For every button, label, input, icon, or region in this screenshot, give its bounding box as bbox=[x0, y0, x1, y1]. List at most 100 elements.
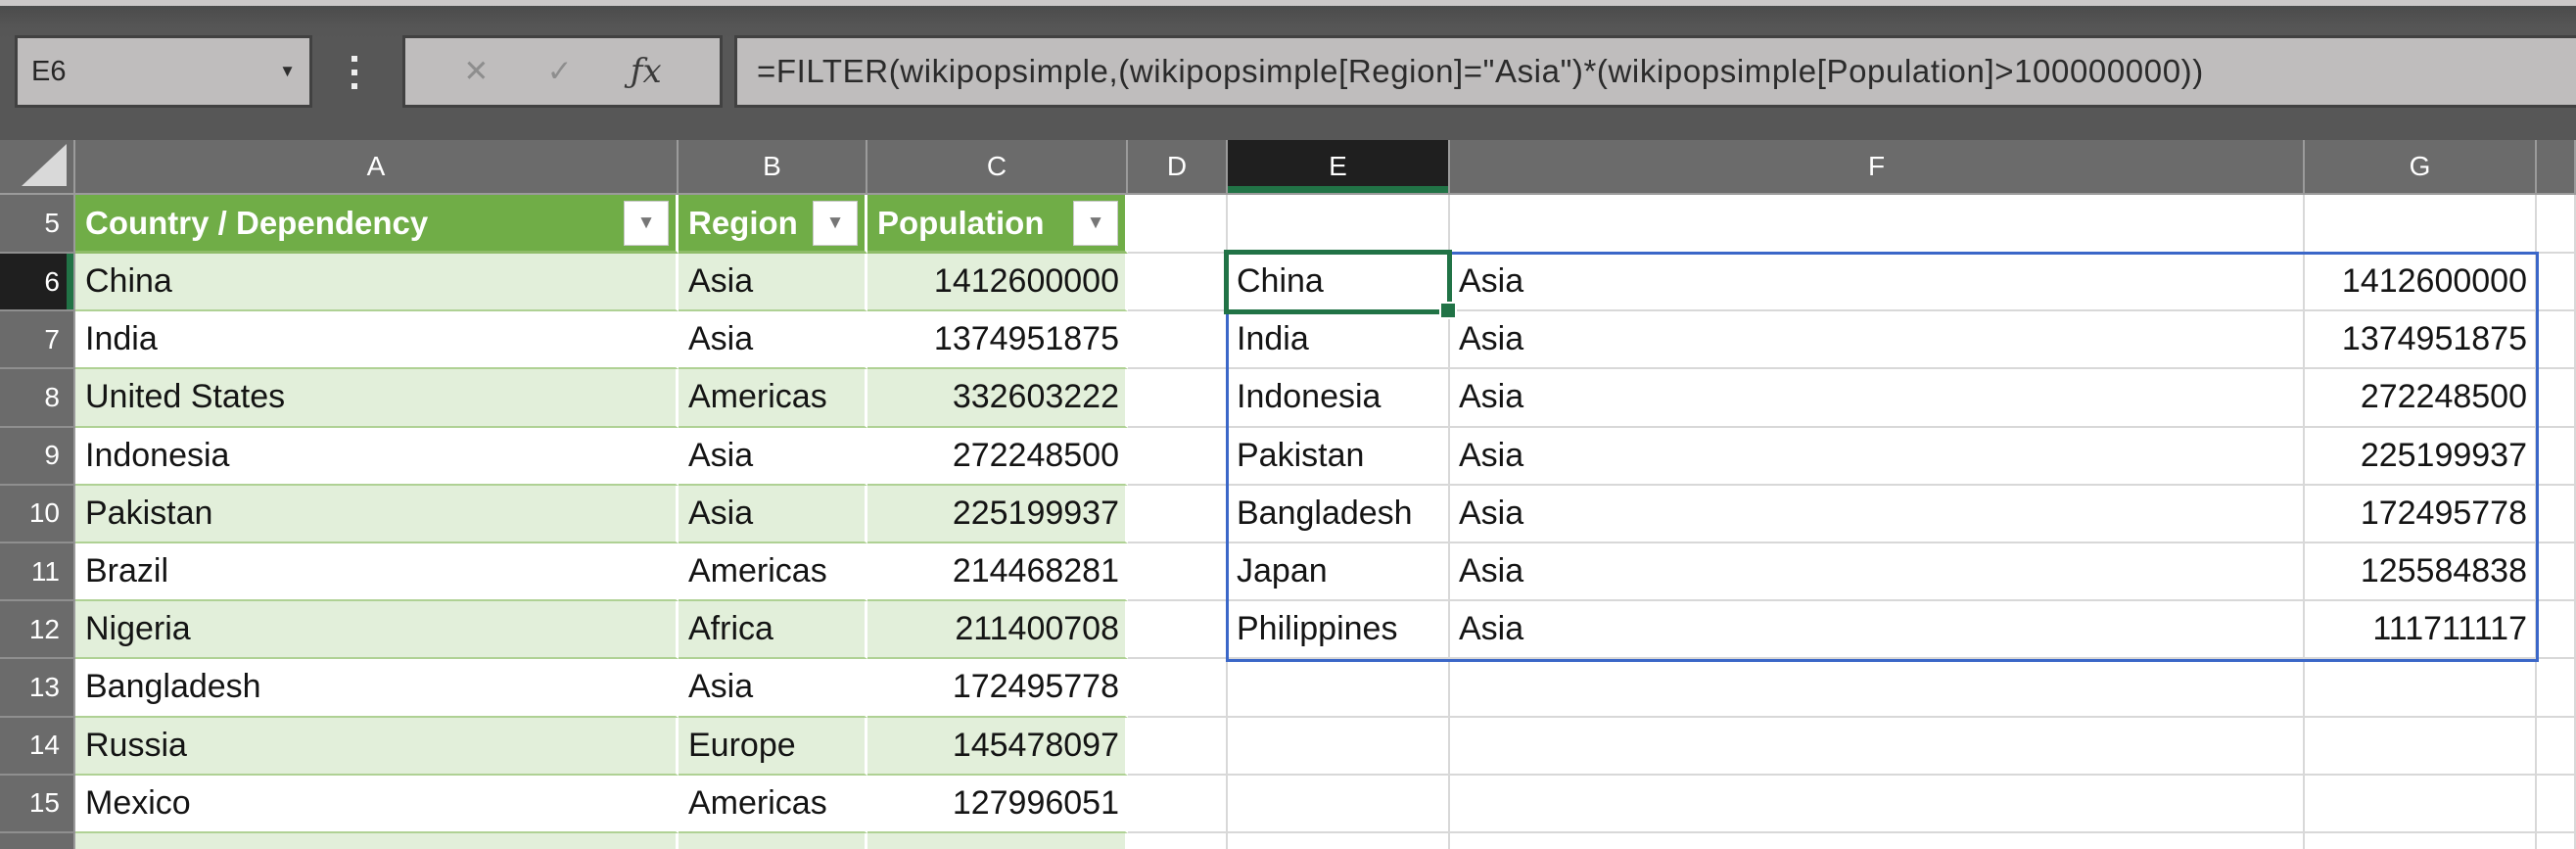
cell-G10[interactable]: 172495778 bbox=[2305, 485, 2537, 543]
row-header-5[interactable]: 5 bbox=[0, 195, 75, 254]
cell-partial[interactable] bbox=[2537, 254, 2576, 312]
cell-F13[interactable] bbox=[1450, 659, 2305, 718]
cell-partial[interactable] bbox=[2537, 311, 2576, 370]
cell-partial[interactable] bbox=[2537, 369, 2576, 428]
cell-G12[interactable]: 111711117 bbox=[2305, 601, 2537, 660]
cell-G11[interactable]: 125584838 bbox=[2305, 542, 2537, 602]
cell-B9[interactable]: Asia bbox=[679, 427, 867, 486]
cell-E6[interactable]: China bbox=[1228, 254, 1450, 312]
cell-partial[interactable] bbox=[2537, 485, 2576, 543]
cell-F11[interactable]: Asia bbox=[1450, 542, 2305, 602]
insert-function-icon[interactable]: ƒx bbox=[631, 52, 662, 91]
cell-G16[interactable] bbox=[2305, 832, 2537, 849]
cell-E10[interactable]: Bangladesh bbox=[1228, 485, 1450, 543]
cell-C10[interactable]: 225199937 bbox=[867, 485, 1128, 543]
row-header-10[interactable]: 10 bbox=[0, 485, 75, 543]
cell-B16-partial[interactable] bbox=[679, 832, 867, 849]
column-header-f[interactable]: F bbox=[1450, 140, 2305, 195]
cell-A7[interactable]: India bbox=[75, 311, 679, 370]
cell-F14[interactable] bbox=[1450, 717, 2305, 776]
cell-G5[interactable] bbox=[2305, 195, 2537, 254]
cell-D13[interactable] bbox=[1128, 659, 1228, 718]
column-header-c[interactable]: C bbox=[867, 140, 1128, 195]
cell-G15[interactable] bbox=[2305, 775, 2537, 833]
column-header-e[interactable]: E bbox=[1228, 140, 1450, 195]
cell-B15[interactable]: Americas bbox=[679, 775, 867, 833]
cell-B12[interactable]: Africa bbox=[679, 601, 867, 660]
cell-partial[interactable] bbox=[2537, 195, 2576, 254]
cell-G6[interactable]: 1412600000 bbox=[2305, 254, 2537, 312]
cell-C6[interactable]: 1412600000 bbox=[867, 254, 1128, 312]
cell-B13[interactable]: Asia bbox=[679, 659, 867, 718]
cell-G9[interactable]: 225199937 bbox=[2305, 427, 2537, 486]
cell-A11[interactable]: Brazil bbox=[75, 542, 679, 602]
cell-D10[interactable] bbox=[1128, 485, 1228, 543]
row-header-6[interactable]: 6 bbox=[0, 254, 75, 312]
fill-handle[interactable] bbox=[1439, 302, 1457, 319]
cell-F16[interactable] bbox=[1450, 832, 2305, 849]
cell-E16[interactable] bbox=[1228, 832, 1450, 849]
table-header-population[interactable]: Population ▼ bbox=[867, 195, 1128, 254]
table-header-country-dependency[interactable]: Country / Dependency ▼ bbox=[75, 195, 679, 254]
cell-A8[interactable]: United States bbox=[75, 369, 679, 428]
cell-F5[interactable] bbox=[1450, 195, 2305, 254]
cell-E9[interactable]: Pakistan bbox=[1228, 427, 1450, 486]
row-header-7[interactable]: 7 bbox=[0, 311, 75, 370]
name-box[interactable]: E6 ▼ bbox=[15, 35, 312, 108]
cell-A6[interactable]: China bbox=[75, 254, 679, 312]
cell-C15[interactable]: 127996051 bbox=[867, 775, 1128, 833]
row-header-15[interactable]: 15 bbox=[0, 775, 75, 833]
cell-E12[interactable]: Philippines bbox=[1228, 601, 1450, 660]
cell-D16[interactable] bbox=[1128, 832, 1228, 849]
cell-C13[interactable]: 172495778 bbox=[867, 659, 1128, 718]
cell-A16-partial[interactable] bbox=[75, 832, 679, 849]
cell-F8[interactable]: Asia bbox=[1450, 369, 2305, 428]
cell-D11[interactable] bbox=[1128, 542, 1228, 602]
row-header-11[interactable]: 11 bbox=[0, 542, 75, 602]
cell-partial[interactable] bbox=[2537, 601, 2576, 660]
cell-B6[interactable]: Asia bbox=[679, 254, 867, 312]
column-header-b[interactable]: B bbox=[679, 140, 867, 195]
cell-D9[interactable] bbox=[1128, 427, 1228, 486]
select-all-button[interactable] bbox=[0, 140, 75, 195]
row-header-13[interactable]: 13 bbox=[0, 659, 75, 718]
cell-B8[interactable]: Americas bbox=[679, 369, 867, 428]
row-header-9[interactable]: 9 bbox=[0, 427, 75, 486]
row-header-partial[interactable] bbox=[0, 832, 75, 849]
cell-B7[interactable]: Asia bbox=[679, 311, 867, 370]
cell-A12[interactable]: Nigeria bbox=[75, 601, 679, 660]
cell-E8[interactable]: Indonesia bbox=[1228, 369, 1450, 428]
row-header-12[interactable]: 12 bbox=[0, 601, 75, 660]
cell-C12[interactable]: 211400708 bbox=[867, 601, 1128, 660]
cell-E5[interactable] bbox=[1228, 195, 1450, 254]
cell-B11[interactable]: Americas bbox=[679, 542, 867, 602]
cell-partial[interactable] bbox=[2537, 717, 2576, 776]
cell-F10[interactable]: Asia bbox=[1450, 485, 2305, 543]
cell-D12[interactable] bbox=[1128, 601, 1228, 660]
formula-bar[interactable]: =FILTER(wikipopsimple,(wikipopsimple[Reg… bbox=[734, 35, 2576, 108]
column-header-a[interactable]: A bbox=[75, 140, 679, 195]
filter-button-population[interactable]: ▼ bbox=[1073, 200, 1118, 246]
column-header-d[interactable]: D bbox=[1128, 140, 1228, 195]
cell-A13[interactable]: Bangladesh bbox=[75, 659, 679, 718]
cell-G8[interactable]: 272248500 bbox=[2305, 369, 2537, 428]
cell-E14[interactable] bbox=[1228, 717, 1450, 776]
cell-G7[interactable]: 1374951875 bbox=[2305, 311, 2537, 370]
cell-C16-partial[interactable] bbox=[867, 832, 1128, 849]
cell-C8[interactable]: 332603222 bbox=[867, 369, 1128, 428]
cell-E11[interactable]: Japan bbox=[1228, 542, 1450, 602]
row-header-14[interactable]: 14 bbox=[0, 717, 75, 776]
cell-F9[interactable]: Asia bbox=[1450, 427, 2305, 486]
cell-A10[interactable]: Pakistan bbox=[75, 485, 679, 543]
row-header-8[interactable]: 8 bbox=[0, 369, 75, 428]
cell-B14[interactable]: Europe bbox=[679, 717, 867, 776]
cell-A9[interactable]: Indonesia bbox=[75, 427, 679, 486]
cell-F6[interactable]: Asia bbox=[1450, 254, 2305, 312]
cell-G13[interactable] bbox=[2305, 659, 2537, 718]
cell-B10[interactable]: Asia bbox=[679, 485, 867, 543]
cell-partial[interactable] bbox=[2537, 427, 2576, 486]
cell-C9[interactable]: 272248500 bbox=[867, 427, 1128, 486]
cell-D15[interactable] bbox=[1128, 775, 1228, 833]
cell-G14[interactable] bbox=[2305, 717, 2537, 776]
cell-D7[interactable] bbox=[1128, 311, 1228, 370]
